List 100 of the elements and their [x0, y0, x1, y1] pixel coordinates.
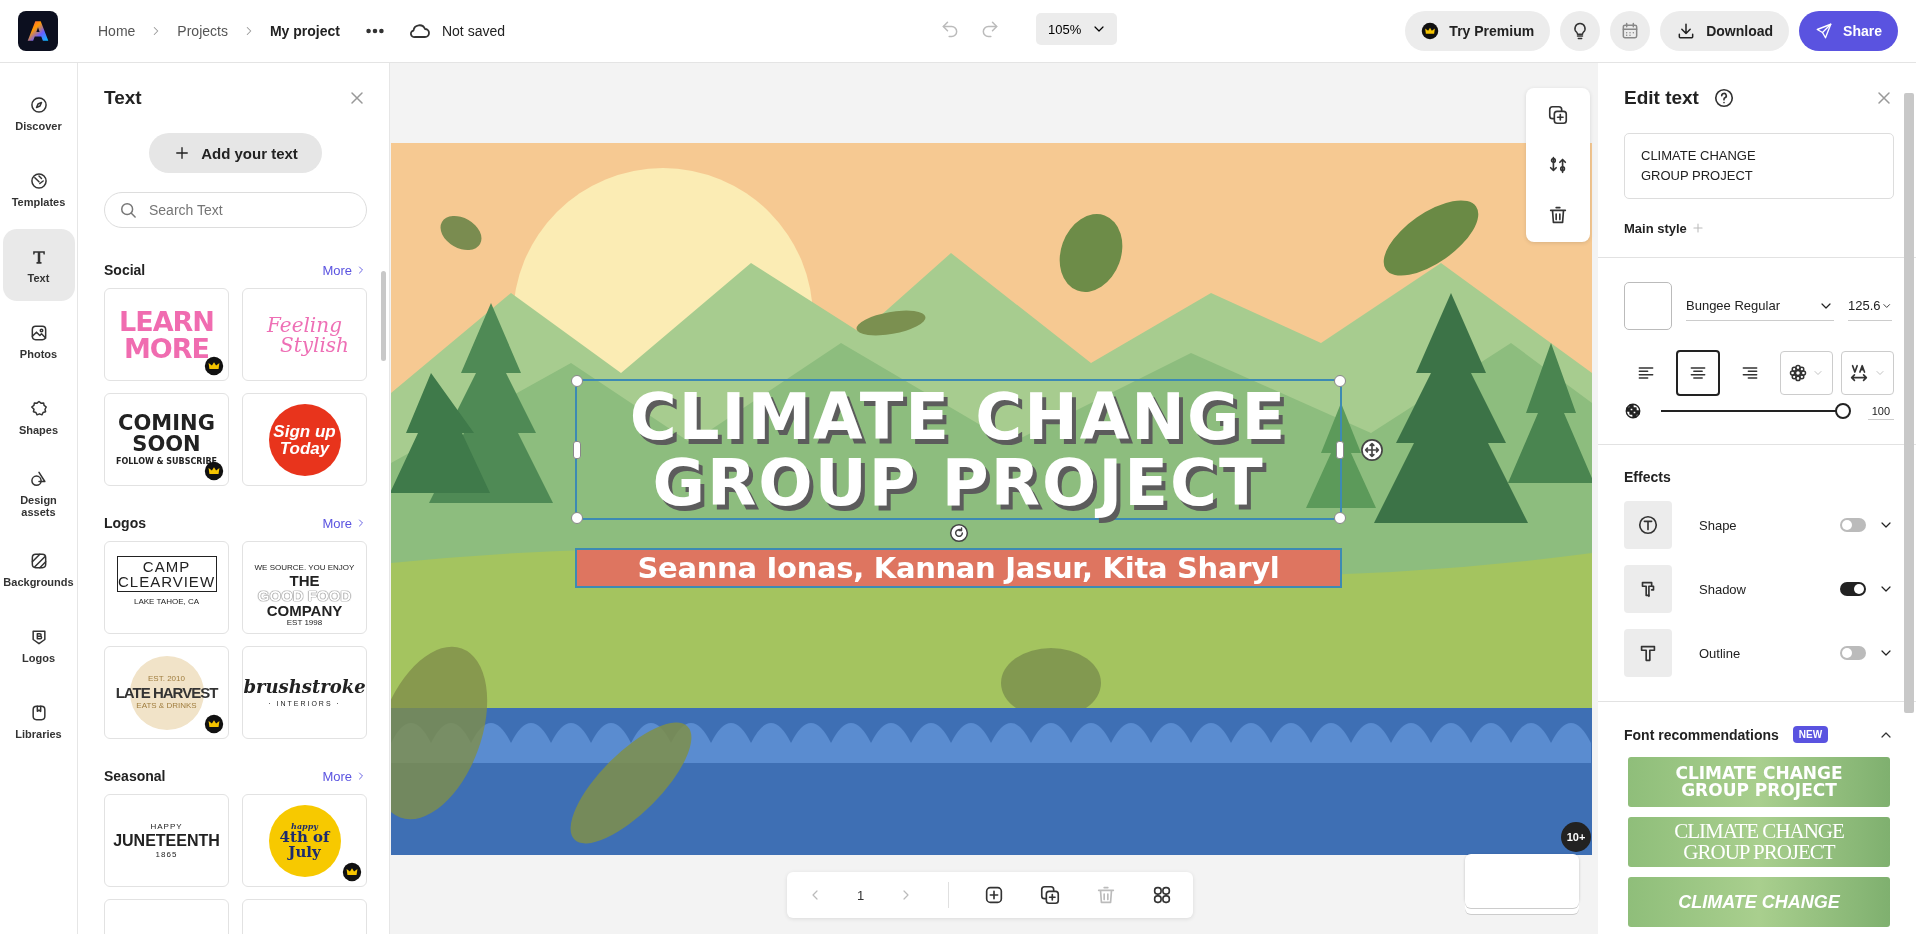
sidebar-item[interactable]: Libraries: [2, 685, 75, 757]
sidebar-item[interactable]: Text: [2, 229, 75, 301]
template-text: July: [288, 844, 321, 860]
template-text: CLEARVIEW: [116, 573, 217, 592]
template-text: JUNETEENTH: [113, 832, 220, 849]
template-text: Sign up: [273, 422, 336, 440]
crown-icon: [204, 356, 224, 376]
breadcrumb-link[interactable]: My project: [269, 23, 340, 39]
app-logo[interactable]: [18, 11, 58, 51]
sidebar-item[interactable]: Discover: [2, 77, 75, 149]
toggle-switch[interactable]: [1840, 646, 1866, 660]
template-text: THE: [289, 573, 320, 588]
template-text: LEARN: [119, 307, 214, 335]
slider-thumb[interactable]: [1834, 403, 1851, 419]
more-link[interactable]: More: [322, 262, 367, 278]
font-size-dropdown[interactable]: 125.6: [1848, 291, 1892, 321]
sidebar-item[interactable]: Photos: [2, 305, 75, 377]
rotate-icon[interactable]: [949, 523, 969, 543]
effect-tile[interactable]: [1624, 501, 1672, 549]
text-circle-icon: [1637, 514, 1659, 536]
more-link[interactable]: More: [322, 515, 367, 531]
effect-tile[interactable]: [1624, 629, 1672, 677]
panel-title: Edit text: [1624, 87, 1699, 109]
scrollbar[interactable]: [381, 271, 386, 361]
template-text: brushstroke: [243, 678, 366, 696]
font-dropdown[interactable]: Bungee Regular: [1686, 291, 1834, 321]
main-style-label: Main style: [1624, 220, 1687, 236]
text-template-card[interactable]: HAPPY JUNETEENTH 1865: [104, 794, 229, 887]
text-align-button[interactable]: [1675, 350, 1720, 396]
move-icon[interactable]: [1361, 439, 1383, 461]
sidebar-item[interactable]: Templates: [2, 153, 75, 225]
sidebar-item[interactable]: Shapes: [2, 381, 75, 453]
template-text: HAPPY: [150, 822, 183, 831]
color-swatch[interactable]: [1624, 282, 1672, 330]
effect-tile[interactable]: [1624, 565, 1672, 613]
search-field[interactable]: Search Text: [104, 192, 367, 228]
flower-icon: [1788, 363, 1809, 383]
download-button[interactable]: Download: [1660, 11, 1790, 51]
resize-handle[interactable]: [1336, 441, 1344, 459]
text-template-card[interactable]: WE SOURCE. YOU ENJOY THE GOOD FOOD COMPANY EST 1998: [242, 541, 367, 634]
send-icon: [1815, 22, 1834, 40]
template-text: LAKE TAHOE, CA: [133, 597, 200, 606]
effect-label: Outline: [1699, 645, 1742, 661]
toggle-switch[interactable]: [1840, 518, 1866, 532]
preview-text: GROUP PROJECT: [1683, 842, 1835, 863]
template-text: happy: [291, 821, 318, 830]
section-title: Effects: [1624, 469, 1672, 485]
template-text: LATE HARVEST: [115, 685, 218, 700]
sidebar-item[interactable]: Design assets: [2, 457, 75, 529]
template-text: CAMP: [116, 555, 217, 574]
toggle-switch[interactable]: [1840, 582, 1866, 596]
preview-text: CLIMATE CHANGE: [1675, 765, 1843, 782]
lightbulb-button[interactable]: [1560, 11, 1601, 51]
more-link[interactable]: More: [322, 768, 367, 784]
page-number: 1: [857, 887, 865, 903]
try-premium-button[interactable]: Try Premium: [1405, 11, 1551, 51]
section-title: Logos: [104, 515, 146, 531]
spacing-dropdown[interactable]: [1840, 351, 1894, 395]
breadcrumb-link[interactable]: Home: [98, 23, 136, 39]
duplicate-icon[interactable]: [1547, 104, 1569, 126]
save-status: Not saved: [441, 23, 505, 39]
preview-text: GROUP PROJECT: [1681, 782, 1837, 799]
compass-icon: [28, 94, 49, 115]
share-button[interactable]: Share: [1799, 11, 1898, 51]
add-text-button[interactable]: Add your text: [149, 133, 322, 173]
text-template-card[interactable]: CAMP CLEARVIEW LAKE TAHOE, CA: [104, 541, 229, 634]
section-title: Social: [104, 262, 146, 278]
swap-icon[interactable]: [1547, 154, 1569, 176]
template-text: GOOD FOOD: [257, 588, 352, 603]
duplicate-page-icon[interactable]: [1039, 884, 1062, 906]
search-icon: [118, 200, 138, 220]
template-text: EST 1998: [286, 619, 323, 627]
text-style-dropdown[interactable]: [1779, 351, 1833, 395]
opacity-value: 100: [1867, 402, 1894, 420]
sidebar-item[interactable]: Backgrounds: [2, 533, 75, 605]
template-text: MORE: [123, 334, 210, 362]
text-template-card[interactable]: happy 4th of July: [242, 794, 367, 887]
text-template-card[interactable]: Sign up Today: [242, 393, 367, 486]
template-text: Today: [279, 439, 330, 457]
calendar-button[interactable]: [1610, 11, 1651, 51]
effect-label: Shadow: [1699, 581, 1747, 597]
scrollbar[interactable]: [1904, 93, 1914, 713]
trash-icon[interactable]: [1547, 204, 1569, 226]
template-text: COMPANY: [266, 603, 343, 618]
panel-title: Text: [104, 87, 142, 109]
template-text: WE SOURCE. YOU ENJOY: [254, 564, 355, 572]
text-input[interactable]: CLIMATE CHANGE GROUP PROJECT: [1624, 133, 1894, 199]
template-text: EATS & DRINKS: [136, 702, 197, 710]
text-template-card[interactable]: COMING SOON FOLLOW & SUBSCRIBE: [104, 393, 229, 486]
help-icon[interactable]: [1712, 87, 1735, 109]
templates-icon: [28, 170, 49, 191]
sidebar-item[interactable]: Logos: [2, 609, 75, 681]
section-title: Seasonal: [104, 768, 166, 784]
preview-text: CLIMATE CHANGE: [1678, 893, 1840, 911]
resize-handle[interactable]: [573, 441, 581, 459]
text-template-card[interactable]: EST. 2010 LATE HARVEST EATS & DRINKS: [104, 646, 229, 739]
section-title: Font recommendations: [1624, 726, 1779, 743]
breadcrumb-link[interactable]: Projects: [177, 23, 228, 39]
effect-label: Shape: [1699, 517, 1738, 533]
zoom-dropdown[interactable]: 105%: [1036, 13, 1118, 45]
